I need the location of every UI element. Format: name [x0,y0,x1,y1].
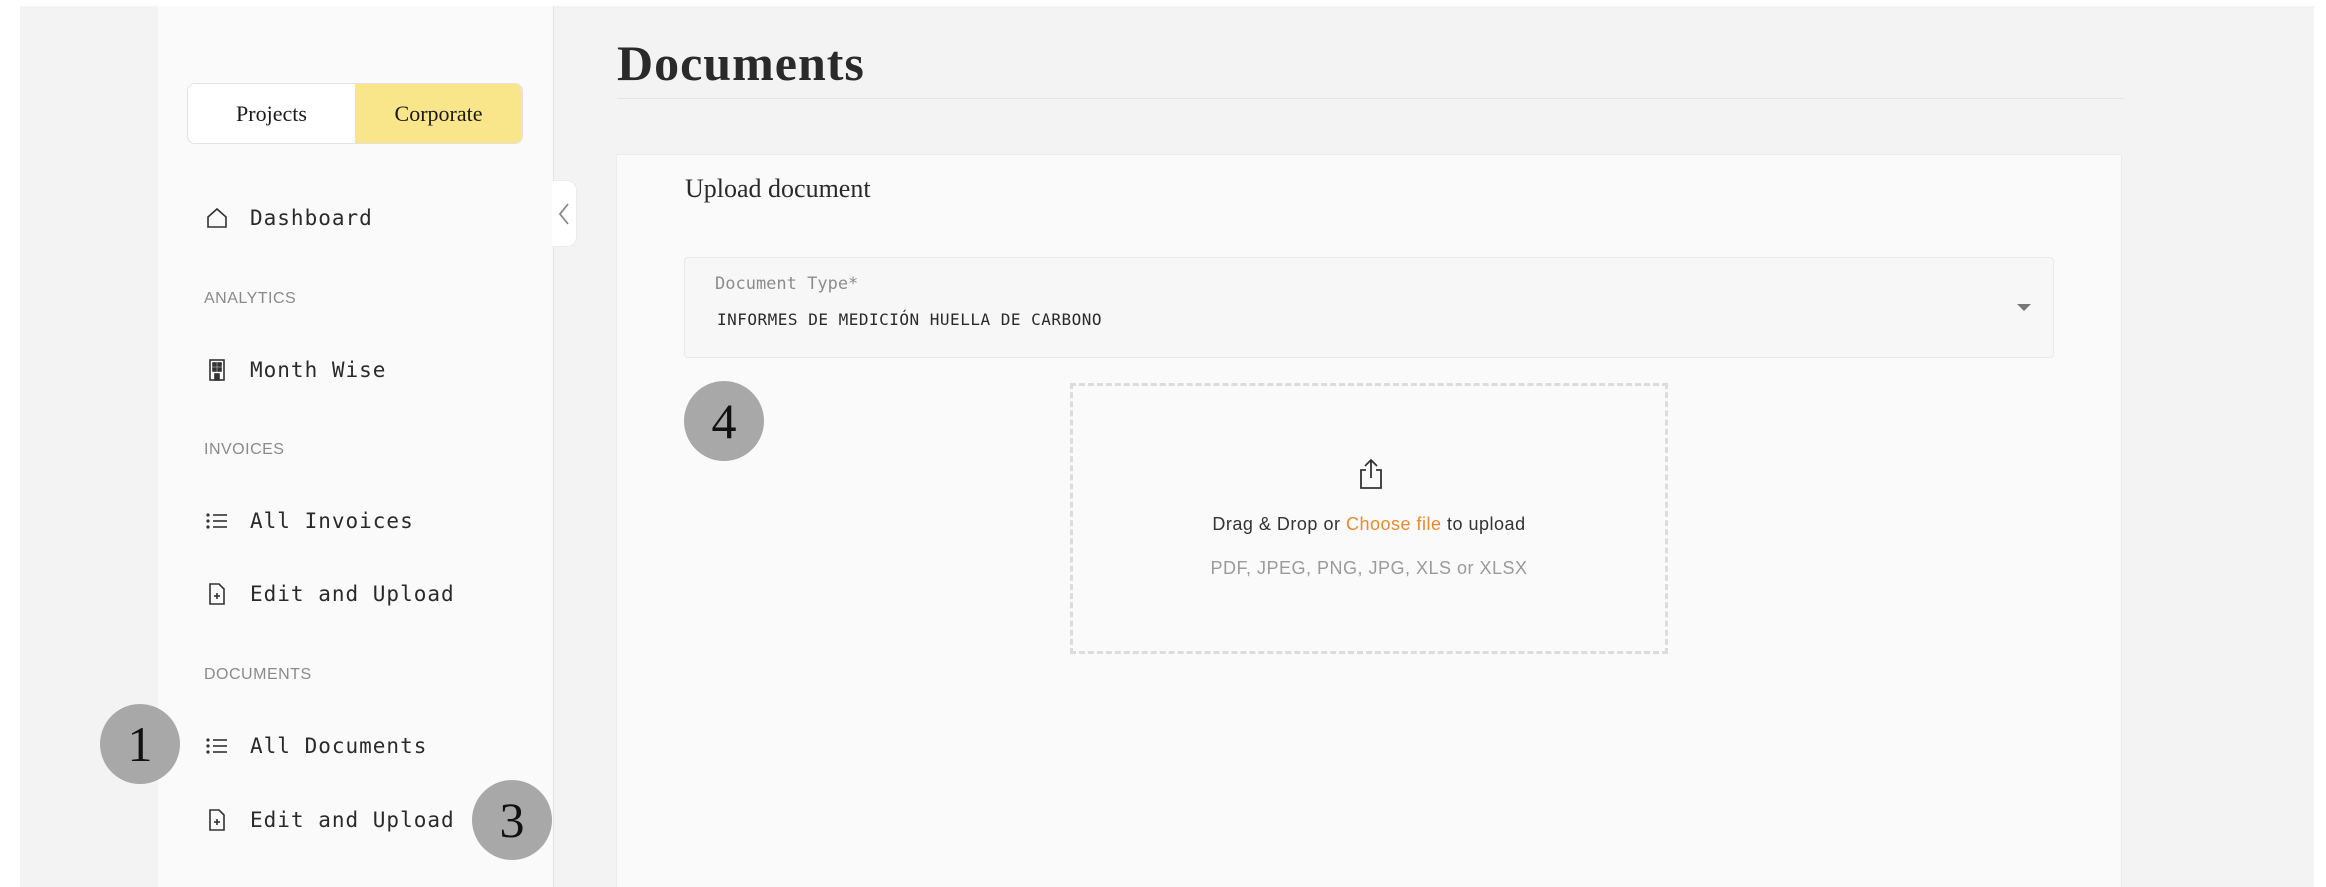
chevron-left-icon [558,202,569,225]
upload-icon [1360,458,1382,489]
annotation-badge-1: 1 [100,704,180,784]
section-label-analytics: ANALYTICS [204,290,297,307]
projects-toggle-button[interactable]: Projects [188,84,355,143]
document-type-select[interactable]: Document Type* INFORMES DE MEDICIÓN HUEL… [684,257,2054,358]
upload-card-title: Upload document [685,174,871,203]
document-type-label: Document Type* [715,274,859,294]
sidebar-item-month-wise[interactable]: Month Wise [204,350,386,390]
dropzone-text-before: Drag & Drop or [1212,514,1346,534]
caret-down-icon [2017,304,2031,311]
sidebar-item-label: All Documents [250,734,428,758]
file-plus-icon [204,581,230,607]
sidebar-item-label: Dashboard [250,206,373,230]
sidebar-item-label: Month Wise [250,358,387,382]
home-icon [204,205,230,231]
annotation-badge-3: 3 [472,780,552,860]
sidebar-item-all-invoices[interactable]: All Invoices [204,501,414,541]
list-icon [204,508,230,534]
section-label-invoices: INVOICES [204,441,285,458]
dropzone-instructions: Drag & Drop or Choose file to upload [1073,514,1665,535]
choose-file-link[interactable]: Choose file [1346,514,1442,534]
sidebar-collapse-button[interactable] [552,180,577,247]
sidebar-item-documents-edit-upload[interactable]: Edit and Upload [204,800,455,840]
sidebar-item-label: Edit and Upload [250,808,455,832]
title-divider [617,98,2124,99]
sidebar-item-invoices-edit-upload[interactable]: Edit and Upload [204,574,455,614]
corporate-toggle-button[interactable]: Corporate [355,84,522,143]
workspace-toggle: Projects Corporate [187,83,523,144]
file-plus-icon [204,807,230,833]
sidebar-item-label: All Invoices [250,509,414,533]
section-label-documents: DOCUMENTS [204,666,312,683]
page-title: Documents [617,35,865,91]
building-icon [204,357,230,383]
document-type-value: INFORMES DE MEDICIÓN HUELLA DE CARBONO [717,310,1103,329]
list-icon [204,733,230,759]
sidebar-item-dashboard[interactable]: Dashboard [204,198,373,238]
dropzone-formats: PDF, JPEG, PNG, JPG, XLS or XLSX [1210,558,1528,578]
annotation-badge-4: 4 [684,381,764,461]
sidebar-item-label: Edit and Upload [250,582,455,606]
dropzone-text-after: to upload [1441,514,1526,534]
sidebar-item-all-documents[interactable]: All Documents [204,726,427,766]
file-dropzone[interactable]: Drag & Drop or Choose file to upload PDF… [1070,383,1668,654]
